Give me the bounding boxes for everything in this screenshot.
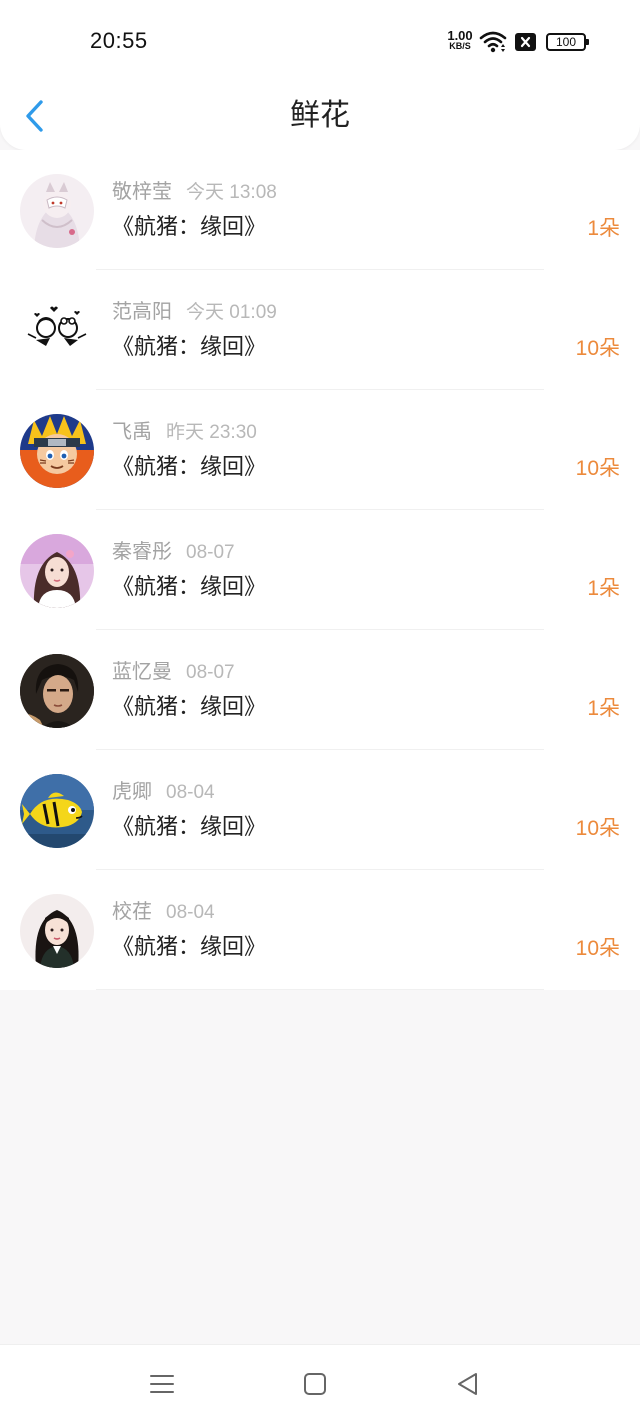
avatar[interactable] bbox=[20, 174, 94, 248]
sender-name-text: 飞禹 bbox=[112, 419, 152, 443]
flower-count: 10朵 bbox=[575, 337, 620, 360]
flower-count: 10朵 bbox=[575, 457, 620, 480]
gift-title: 《航猪：缘回》 bbox=[112, 935, 267, 960]
sender-name-text: 校荏 bbox=[112, 899, 152, 923]
gift-title: 《航猪：缘回》 bbox=[112, 695, 267, 720]
sender-name-text: 虎卿 bbox=[112, 779, 152, 803]
status-bar: 20:55 1.00 KB/S 100 bbox=[0, 0, 640, 86]
header: 20:55 1.00 KB/S 100 鲜花 bbox=[0, 0, 640, 150]
sent-time: 08-07 bbox=[186, 542, 235, 563]
sender-name-text: 秦睿彤 bbox=[112, 539, 172, 563]
sender-name: 校荏 08-04 bbox=[112, 897, 215, 927]
menu-button[interactable] bbox=[147, 1369, 177, 1399]
avatar[interactable] bbox=[20, 294, 94, 368]
flower-list: 敬梓莹 今天 13:08 《航猪：缘回》 1朵 范高阳 今天 01:09 《航猪… bbox=[0, 150, 640, 990]
list-item[interactable]: 飞禹 昨天 23:30 《航猪：缘回》 10朵 bbox=[0, 390, 640, 510]
sent-time: 今天 01:09 bbox=[186, 302, 277, 323]
gift-title: 《航猪：缘回》 bbox=[112, 815, 267, 840]
network-speed-value: 1.00 bbox=[447, 28, 473, 43]
sent-time: 08-07 bbox=[186, 662, 235, 683]
sent-time: 今天 13:08 bbox=[186, 182, 277, 203]
sender-name: 范高阳 今天 01:09 bbox=[112, 297, 277, 327]
list-item[interactable]: 敬梓莹 今天 13:08 《航猪：缘回》 1朵 bbox=[0, 150, 640, 270]
list-item[interactable]: 蓝忆曼 08-07 《航猪：缘回》 1朵 bbox=[0, 630, 640, 750]
sender-name: 敬梓莹 今天 13:08 bbox=[112, 177, 277, 207]
sender-name-text: 蓝忆曼 bbox=[112, 659, 172, 683]
app-root: 20:55 1.00 KB/S 100 鲜花 敬梓莹 今天 13:08 《航猪：… bbox=[0, 0, 640, 1422]
sent-time: 08-04 bbox=[166, 782, 215, 803]
battery-icon: 100 bbox=[546, 33, 589, 51]
back-nav-button[interactable] bbox=[453, 1369, 483, 1399]
wifi-icon bbox=[479, 30, 507, 54]
avatar[interactable] bbox=[20, 414, 94, 488]
gift-title: 《航猪：缘回》 bbox=[112, 335, 267, 360]
sender-name: 蓝忆曼 08-07 bbox=[112, 657, 235, 687]
sender-name: 秦睿彤 08-07 bbox=[112, 537, 235, 567]
status-time: 20:55 bbox=[90, 28, 148, 53]
page-title: 鲜花 bbox=[290, 98, 350, 133]
flower-count: 1朵 bbox=[587, 217, 620, 240]
network-speed: 1.00 KB/S bbox=[444, 28, 476, 52]
flower-count: 10朵 bbox=[575, 937, 620, 960]
divider bbox=[96, 989, 544, 990]
flower-count: 10朵 bbox=[575, 817, 620, 840]
gift-title: 《航猪：缘回》 bbox=[112, 455, 267, 480]
list-item[interactable]: 秦睿彤 08-07 《航猪：缘回》 1朵 bbox=[0, 510, 640, 630]
sender-name: 飞禹 昨天 23:30 bbox=[112, 417, 257, 447]
list-item[interactable]: 虎卿 08-04 《航猪：缘回》 10朵 bbox=[0, 750, 640, 870]
avatar[interactable] bbox=[20, 894, 94, 968]
gift-title: 《航猪：缘回》 bbox=[112, 215, 267, 240]
sent-time: 08-04 bbox=[166, 902, 215, 923]
gift-title: 《航猪：缘回》 bbox=[112, 575, 267, 600]
sender-name-text: 范高阳 bbox=[112, 299, 172, 323]
home-square-icon bbox=[304, 1373, 326, 1395]
list-item[interactable]: 校荏 08-04 《航猪：缘回》 10朵 bbox=[0, 870, 640, 990]
back-triangle-icon bbox=[458, 1373, 477, 1395]
sim-no-signal-icon bbox=[515, 33, 536, 51]
home-button[interactable] bbox=[300, 1369, 330, 1399]
avatar[interactable] bbox=[20, 654, 94, 728]
flower-count: 1朵 bbox=[587, 697, 620, 720]
list-item[interactable]: 范高阳 今天 01:09 《航猪：缘回》 10朵 bbox=[0, 270, 640, 390]
system-nav-bar bbox=[0, 1344, 640, 1422]
avatar[interactable] bbox=[20, 534, 94, 608]
avatar[interactable] bbox=[20, 774, 94, 848]
sender-name: 虎卿 08-04 bbox=[112, 777, 215, 807]
menu-icon bbox=[150, 1375, 174, 1393]
sender-name-text: 敬梓莹 bbox=[112, 179, 172, 203]
sent-time: 昨天 23:30 bbox=[166, 422, 257, 443]
flower-count: 1朵 bbox=[587, 577, 620, 600]
